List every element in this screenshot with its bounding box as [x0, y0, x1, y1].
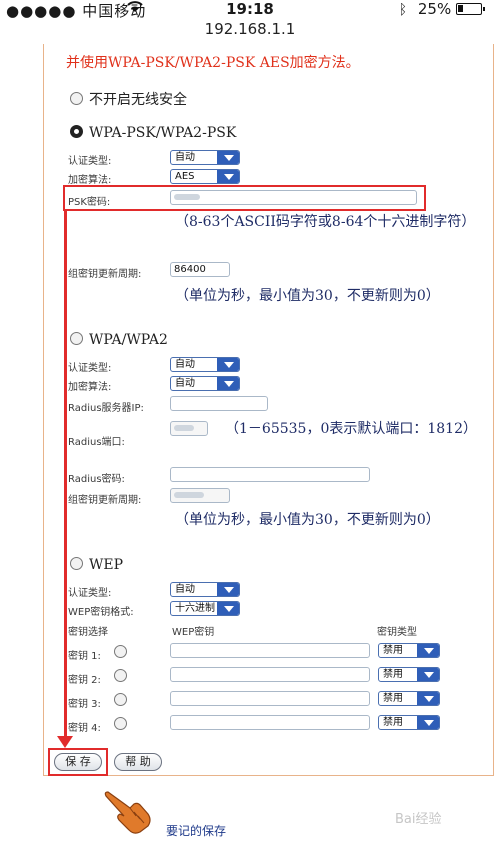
- chevron-down-icon: [417, 692, 439, 705]
- chevron-down-icon: [217, 151, 239, 164]
- wep-key-2-input[interactable]: [170, 667, 370, 682]
- wep-key-format-label: WEP密钥格式:: [68, 607, 134, 618]
- wpa-auth-type-select[interactable]: 自动: [170, 357, 240, 372]
- help-button[interactable]: 帮 助: [114, 753, 162, 771]
- wpa-encryption-value: 自动: [175, 378, 195, 389]
- radius-ip-label: Radius服务器IP:: [68, 403, 144, 414]
- wep-key-1-type-select[interactable]: 禁用: [378, 643, 440, 658]
- radius-port-input[interactable]: [170, 421, 208, 436]
- chevron-down-icon: [417, 668, 439, 681]
- psk-auth-type-value: 自动: [175, 152, 195, 163]
- battery-percent: 25%: [417, 0, 452, 18]
- wep-title: WEP: [89, 557, 124, 573]
- annotation-text: 要记的保存: [166, 824, 227, 838]
- radius-port-label: Radius端口:: [68, 437, 125, 448]
- wep-key-1-label: 密钥 1:: [68, 651, 101, 662]
- radius-password-label: Radius密码:: [68, 474, 125, 485]
- address-bar[interactable]: 192.168.1.1: [0, 20, 500, 44]
- wep-key-3-input[interactable]: [170, 691, 370, 706]
- wep-key-1-radio[interactable]: [114, 645, 127, 658]
- radius-port-note: （1－65535，0表示默认端口：1812）: [225, 421, 477, 437]
- url-text: 192.168.1.1: [204, 20, 296, 38]
- chevron-down-icon: [217, 583, 239, 596]
- wep-option[interactable]: WEP: [70, 557, 123, 573]
- psk-group-key-note: （单位为秒，最小值为30，不更新则为0）: [175, 288, 440, 304]
- wep-auth-type-value: 自动: [175, 584, 195, 595]
- wpa-encryption-label: 加密算法:: [68, 382, 112, 393]
- wpa-auth-type-value: 自动: [175, 359, 195, 370]
- masked-port: [174, 425, 194, 431]
- wep-key-2-radio[interactable]: [114, 669, 127, 682]
- wep-key-3-type-select[interactable]: 禁用: [378, 691, 440, 706]
- bluetooth-icon: ᛒ: [398, 2, 408, 18]
- wpa-option[interactable]: WPA/WPA2: [70, 332, 168, 348]
- psk-password-label: PSK密码:: [68, 197, 111, 208]
- wep-key-2-label: 密钥 2:: [68, 675, 101, 686]
- wep-auth-type-select[interactable]: 自动: [170, 582, 240, 597]
- wpa-encryption-select[interactable]: 自动: [170, 376, 240, 391]
- status-bar: ●●●●● 中国移动 19:18 ᛒ 25%: [0, 0, 500, 20]
- chevron-down-icon: [217, 170, 239, 183]
- wep-key-3-label: 密钥 3:: [68, 699, 101, 710]
- wep-key-1-input[interactable]: [170, 643, 370, 658]
- psk-group-key-value: 86400: [174, 264, 206, 275]
- wep-key-4-type-value: 禁用: [383, 717, 403, 728]
- chevron-down-icon: [417, 644, 439, 657]
- chevron-down-icon: [417, 716, 439, 729]
- wpa-title: WPA/WPA2: [89, 332, 168, 348]
- psk-encryption-value: AES: [175, 171, 195, 182]
- wep-key-4-label: 密钥 4:: [68, 723, 101, 734]
- wpa-psk-radio[interactable]: [70, 125, 83, 138]
- guide-arrow-head: [57, 736, 73, 748]
- wpa-group-key-input[interactable]: [170, 488, 230, 503]
- wep-key-format-value: 十六进制: [175, 603, 215, 614]
- battery-icon: [456, 3, 485, 15]
- wpa-psk-option[interactable]: WPA-PSK/WPA2-PSK: [70, 125, 236, 141]
- wep-key-4-radio[interactable]: [114, 717, 127, 730]
- psk-auth-type-select[interactable]: 自动: [170, 150, 240, 165]
- col-key-type: 密钥类型: [377, 627, 417, 638]
- wep-key-2-type-select[interactable]: 禁用: [378, 667, 440, 682]
- pointing-hand-icon: [104, 786, 151, 834]
- psk-auth-type-label: 认证类型:: [68, 156, 112, 167]
- no-security-label: 不开启无线安全: [89, 92, 187, 108]
- wep-key-4-input[interactable]: [170, 715, 370, 730]
- wep-auth-type-label: 认证类型:: [68, 588, 112, 599]
- psk-length-note: （8-63个ASCII码字符或8-64个十六进制字符）: [175, 214, 476, 230]
- battery-area: ᛒ 25%: [398, 0, 485, 18]
- wep-key-3-radio[interactable]: [114, 693, 127, 706]
- wep-key-3-type-value: 禁用: [383, 693, 403, 704]
- wep-key-2-type-value: 禁用: [383, 669, 403, 680]
- psk-encryption-label: 加密算法:: [68, 175, 112, 186]
- wep-key-1-type-value: 禁用: [383, 645, 403, 656]
- watermark-text: Bai经验: [395, 812, 442, 827]
- guide-arrow-line: [64, 210, 67, 740]
- radius-ip-input[interactable]: [170, 396, 268, 411]
- chevron-down-icon: [217, 602, 239, 615]
- wep-key-4-type-select[interactable]: 禁用: [378, 715, 440, 730]
- chevron-down-icon: [217, 377, 239, 390]
- masked-password: [174, 194, 200, 200]
- radius-password-input[interactable]: [170, 467, 370, 482]
- psk-group-key-input[interactable]: 86400: [170, 262, 230, 277]
- wpa-radio[interactable]: [70, 332, 83, 345]
- wep-radio[interactable]: [70, 557, 83, 570]
- wpa-psk-title: WPA-PSK/WPA2-PSK: [89, 125, 237, 141]
- save-button[interactable]: 保 存: [54, 753, 102, 771]
- wpa-group-key-label: 组密钥更新周期:: [68, 495, 142, 506]
- no-security-option[interactable]: 不开启无线安全: [70, 89, 187, 109]
- col-key-select: 密钥选择: [68, 627, 108, 638]
- psk-encryption-select[interactable]: AES: [170, 169, 240, 184]
- wep-key-format-select[interactable]: 十六进制: [170, 601, 240, 616]
- col-wep-key: WEP密钥: [172, 627, 215, 638]
- wpa-group-key-note: （单位为秒，最小值为30，不更新则为0）: [175, 512, 440, 528]
- psk-password-input[interactable]: [170, 190, 417, 205]
- chevron-down-icon: [217, 358, 239, 371]
- psk-group-key-label: 组密钥更新周期:: [68, 269, 142, 280]
- masked-group-key: [174, 492, 204, 498]
- no-security-radio[interactable]: [70, 92, 83, 105]
- intro-text: 并使用WPA-PSK/WPA2-PSK AES加密方法。: [66, 55, 360, 71]
- wpa-auth-type-label: 认证类型:: [68, 363, 112, 374]
